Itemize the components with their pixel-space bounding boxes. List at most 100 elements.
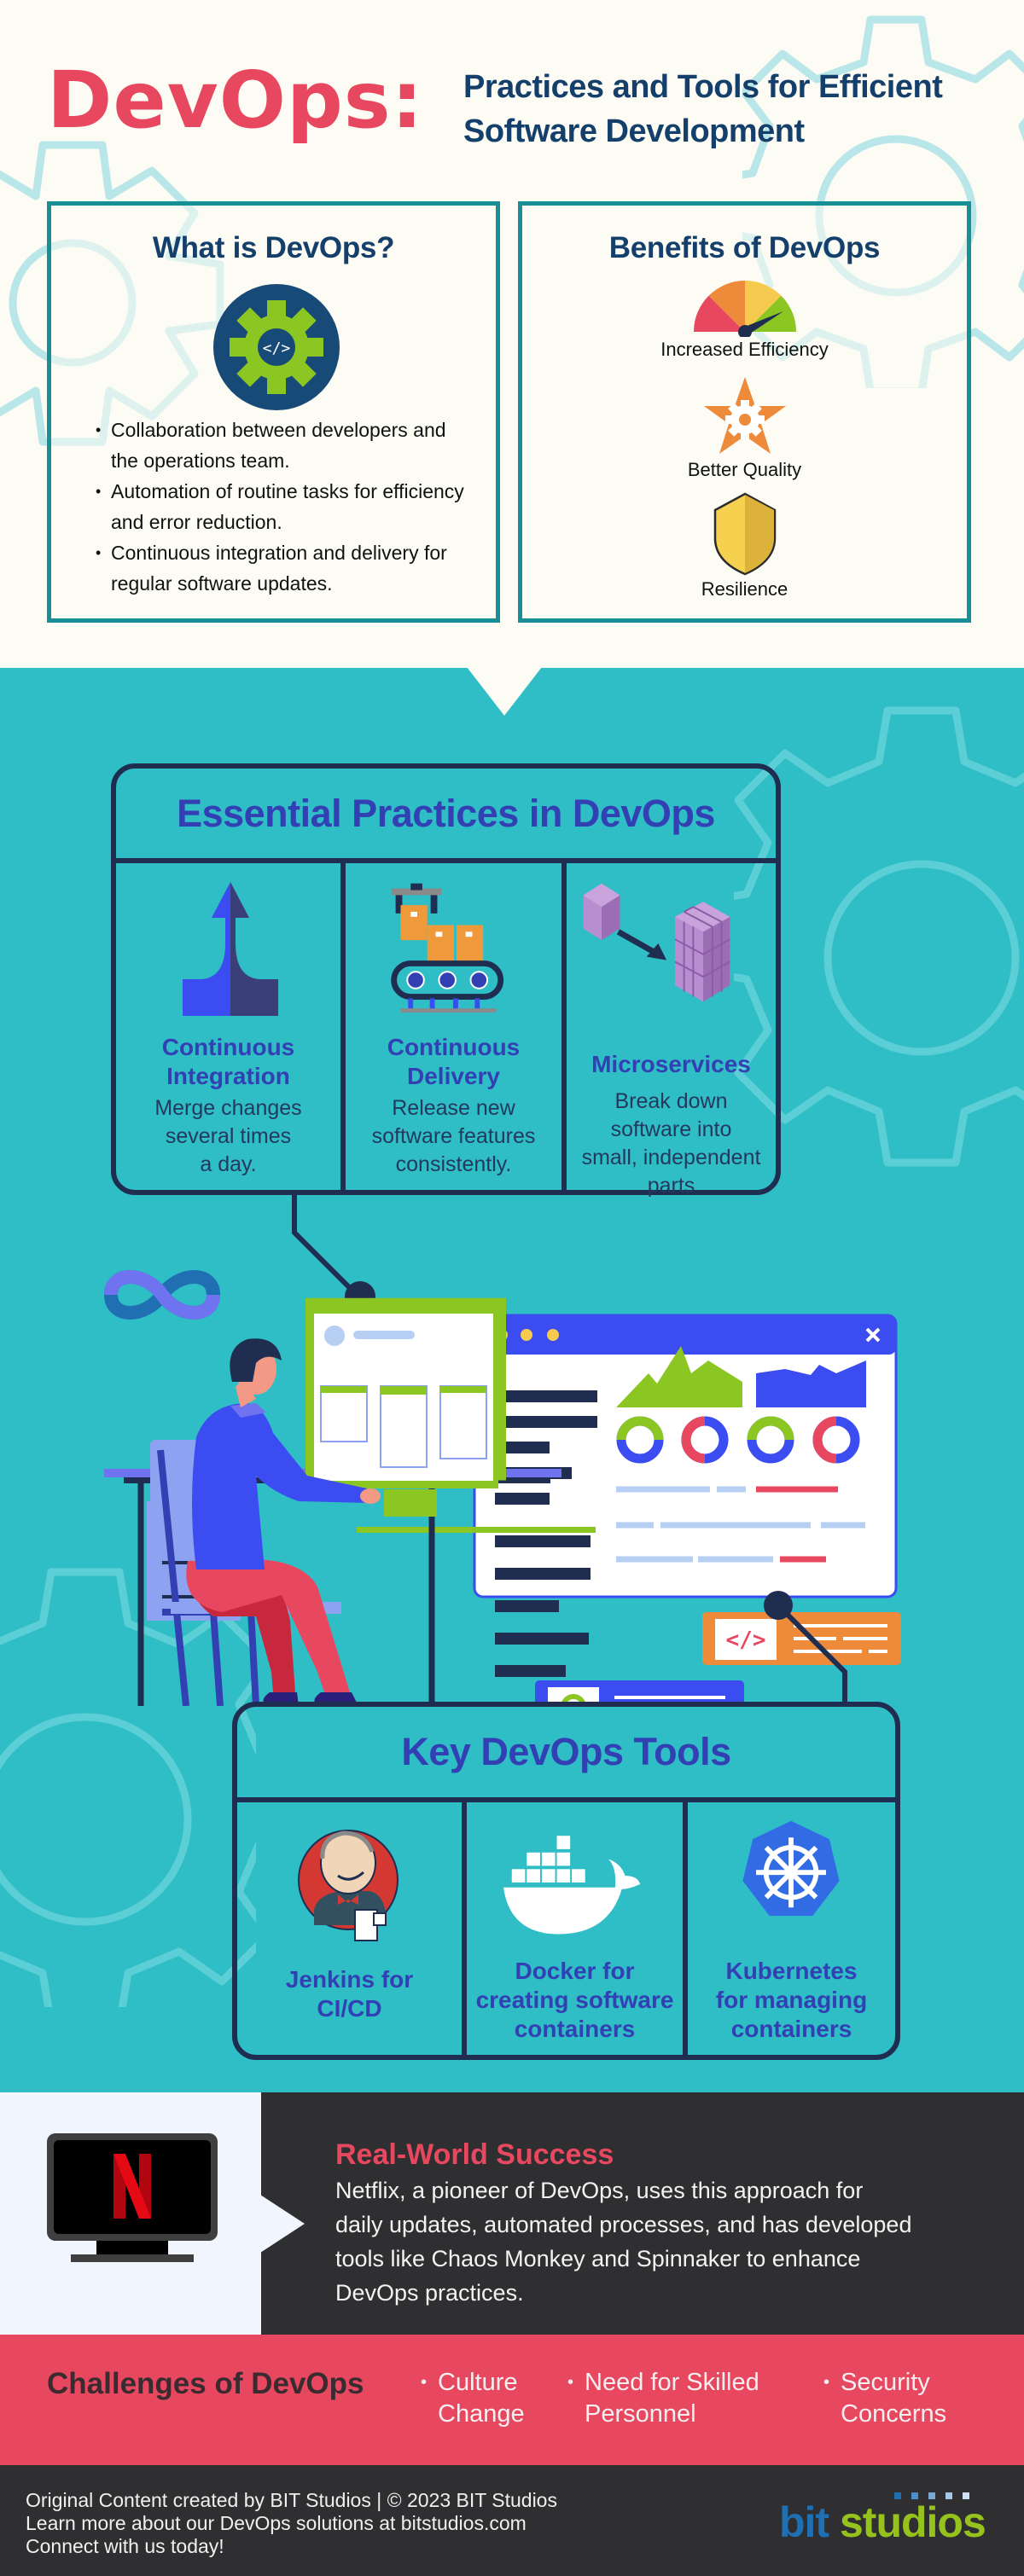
practice-title: Continuous [387,1034,521,1060]
svg-text:</>: </> [263,339,291,357]
tools-card: Key DevOps Tools Jenkins for CI/CD Docke… [232,1702,900,2060]
practice-desc: Merge changes several times a day. [123,1094,334,1179]
bit-studios-logo[interactable]: bit studios [779,2501,986,2544]
benefit-label: Resilience [701,578,788,600]
desc-line: several times [165,1124,292,1148]
success-line: daily updates, automated processes, and … [335,2212,912,2237]
tool-text: Jenkins for CI/CD [237,1965,462,2023]
benefit-label: Increased Efficiency [660,339,829,360]
kubernetes-icon [742,1820,840,1916]
logo-dots-icon [894,2492,969,2499]
challenge-item: Need for Skilled Personnel [567,2367,806,2430]
practice-item: Microservices Break down software into s… [561,858,776,1198]
challenge-item: Security Concerns [823,2367,977,2430]
desc-line: consistently. [395,1152,512,1176]
practice-title: Delivery [407,1063,500,1089]
section-pointer [467,667,542,716]
what-is-item: Automation of routine tasks for efficien… [96,476,471,537]
page-subtitle: Practices and Tools for Efficient Softwa… [463,65,992,154]
desc-line: Break down [614,1089,728,1113]
practice-title: Microservices [591,1051,751,1077]
footer-learn-more[interactable]: Learn more about our DevOps solutions at… [26,2512,557,2535]
desc-line: software into [610,1117,732,1141]
desc-line: Release new [392,1096,515,1120]
challenges-title: Challenges of DevOps [47,2367,364,2400]
practice-title: Continuous [161,1034,295,1060]
footer-cta: Connect with us today! [26,2535,224,2557]
benefits-box: Benefits of DevOps Increased Efficiency [518,201,971,623]
desc-line: a day. [200,1152,257,1176]
challenge-line: Change [438,2400,525,2428]
success-section: Real-World Success Netflix, a pioneer of… [0,2092,1024,2335]
practices-heading: Essential Practices in DevOps [116,769,776,863]
success-body: Netflix, a pioneer of DevOps, uses this … [335,2173,1001,2310]
desc-line: Merge changes [154,1096,302,1120]
challenge-item: Culture Change [421,2367,549,2430]
star-gear-icon [703,377,786,454]
practices-card: Essential Practices in DevOps Continuous… [111,763,781,1198]
subtitle-line: Practices and Tools for Efficient [463,69,943,105]
practice-item: Continuous Delivery Release new software… [340,858,561,1190]
merge-arrows-icon [183,882,278,1016]
logo-bit: bit [779,2498,829,2546]
tool-item: Kubernetes for managing containers [683,1797,895,2055]
developer-illustration: </> [103,1194,901,1706]
practice-desc: Release new software features consistent… [352,1094,555,1179]
success-line: tools like Chaos Monkey and Spinnaker to… [335,2246,861,2271]
code-card: </> [702,1612,901,1665]
tool-text: Docker for creating software containers [467,1957,683,2044]
benefits-heading: Benefits of DevOps [608,231,881,264]
svg-text:</>: </> [726,1627,766,1653]
desc-line: software features [371,1124,536,1148]
subtitle-line: Software Development [463,113,805,149]
connector-line [292,1194,375,1312]
practice-text: Microservices Break down software into s… [567,1050,776,1200]
what-is-heading: What is DevOps? [152,231,395,264]
challenge-line: Personnel [585,2400,696,2428]
tool-label: Jenkins for [285,1966,414,1993]
tool-label: containers [514,2016,636,2042]
practice-item: Continuous Integration Merge changes sev… [116,858,340,1190]
tool-label: creating software [475,1987,674,2013]
benefit-label: Better Quality [687,459,802,480]
infinity-icon [103,1270,221,1320]
practice-text: Continuous Integration Merge changes sev… [116,1033,340,1179]
tool-label: CI/CD [317,1995,382,2022]
challenge-line: Need for Skilled [585,2369,759,2396]
page-title: DevOps: [47,55,424,146]
success-line: Netflix, a pioneer of DevOps, uses this … [335,2178,864,2203]
what-is-list: Collaboration between developers and the… [96,415,471,599]
benefit-item: Resilience [522,491,967,600]
intro-section: DevOps: Practices and Tools for Efficien… [0,0,1024,668]
practice-text: Continuous Delivery Release new software… [346,1033,561,1179]
tool-item: Jenkins for CI/CD [237,1797,462,2055]
netflix-tv-icon [47,2133,218,2262]
what-is-devops-box: What is DevOps? </> Collaboration betwee… [47,201,500,623]
tool-item: Docker for creating software containers [462,1797,683,2055]
challenges-section: Challenges of DevOps Culture Change Need… [0,2335,1024,2465]
desc-line: small, independent [581,1146,761,1169]
shield-icon [713,492,776,576]
practice-title: Integration [166,1063,290,1089]
jenkins-icon [298,1830,399,1941]
practice-desc: Break down software into small, independ… [573,1088,769,1200]
dashboard-window [473,1314,898,1598]
docker-icon [503,1836,641,1935]
logo-studios: studios [840,2498,986,2546]
tool-text: Kubernetes for managing containers [688,1957,895,2044]
tools-heading: Key DevOps Tools [237,1707,895,1802]
what-is-item: Continuous integration and delivery for … [96,537,471,599]
speedometer-icon [693,281,796,337]
success-title: Real-World Success [335,2138,614,2171]
cubes-icon [583,883,730,1002]
tool-label: Docker for [515,1958,635,1984]
tool-label: for managing [715,1987,868,2013]
benefit-item: Better Quality [522,375,967,481]
what-is-item: Collaboration between developers and the… [96,415,471,476]
footer-text: Original Content created by BIT Studios … [26,2489,557,2558]
success-pointer [260,2195,305,2253]
challenge-line: Security [841,2369,930,2396]
footer: Original Content created by BIT Studios … [0,2465,1024,2576]
tool-label: Kubernetes [725,1958,858,1984]
conveyor-belt-icon [391,883,504,1013]
